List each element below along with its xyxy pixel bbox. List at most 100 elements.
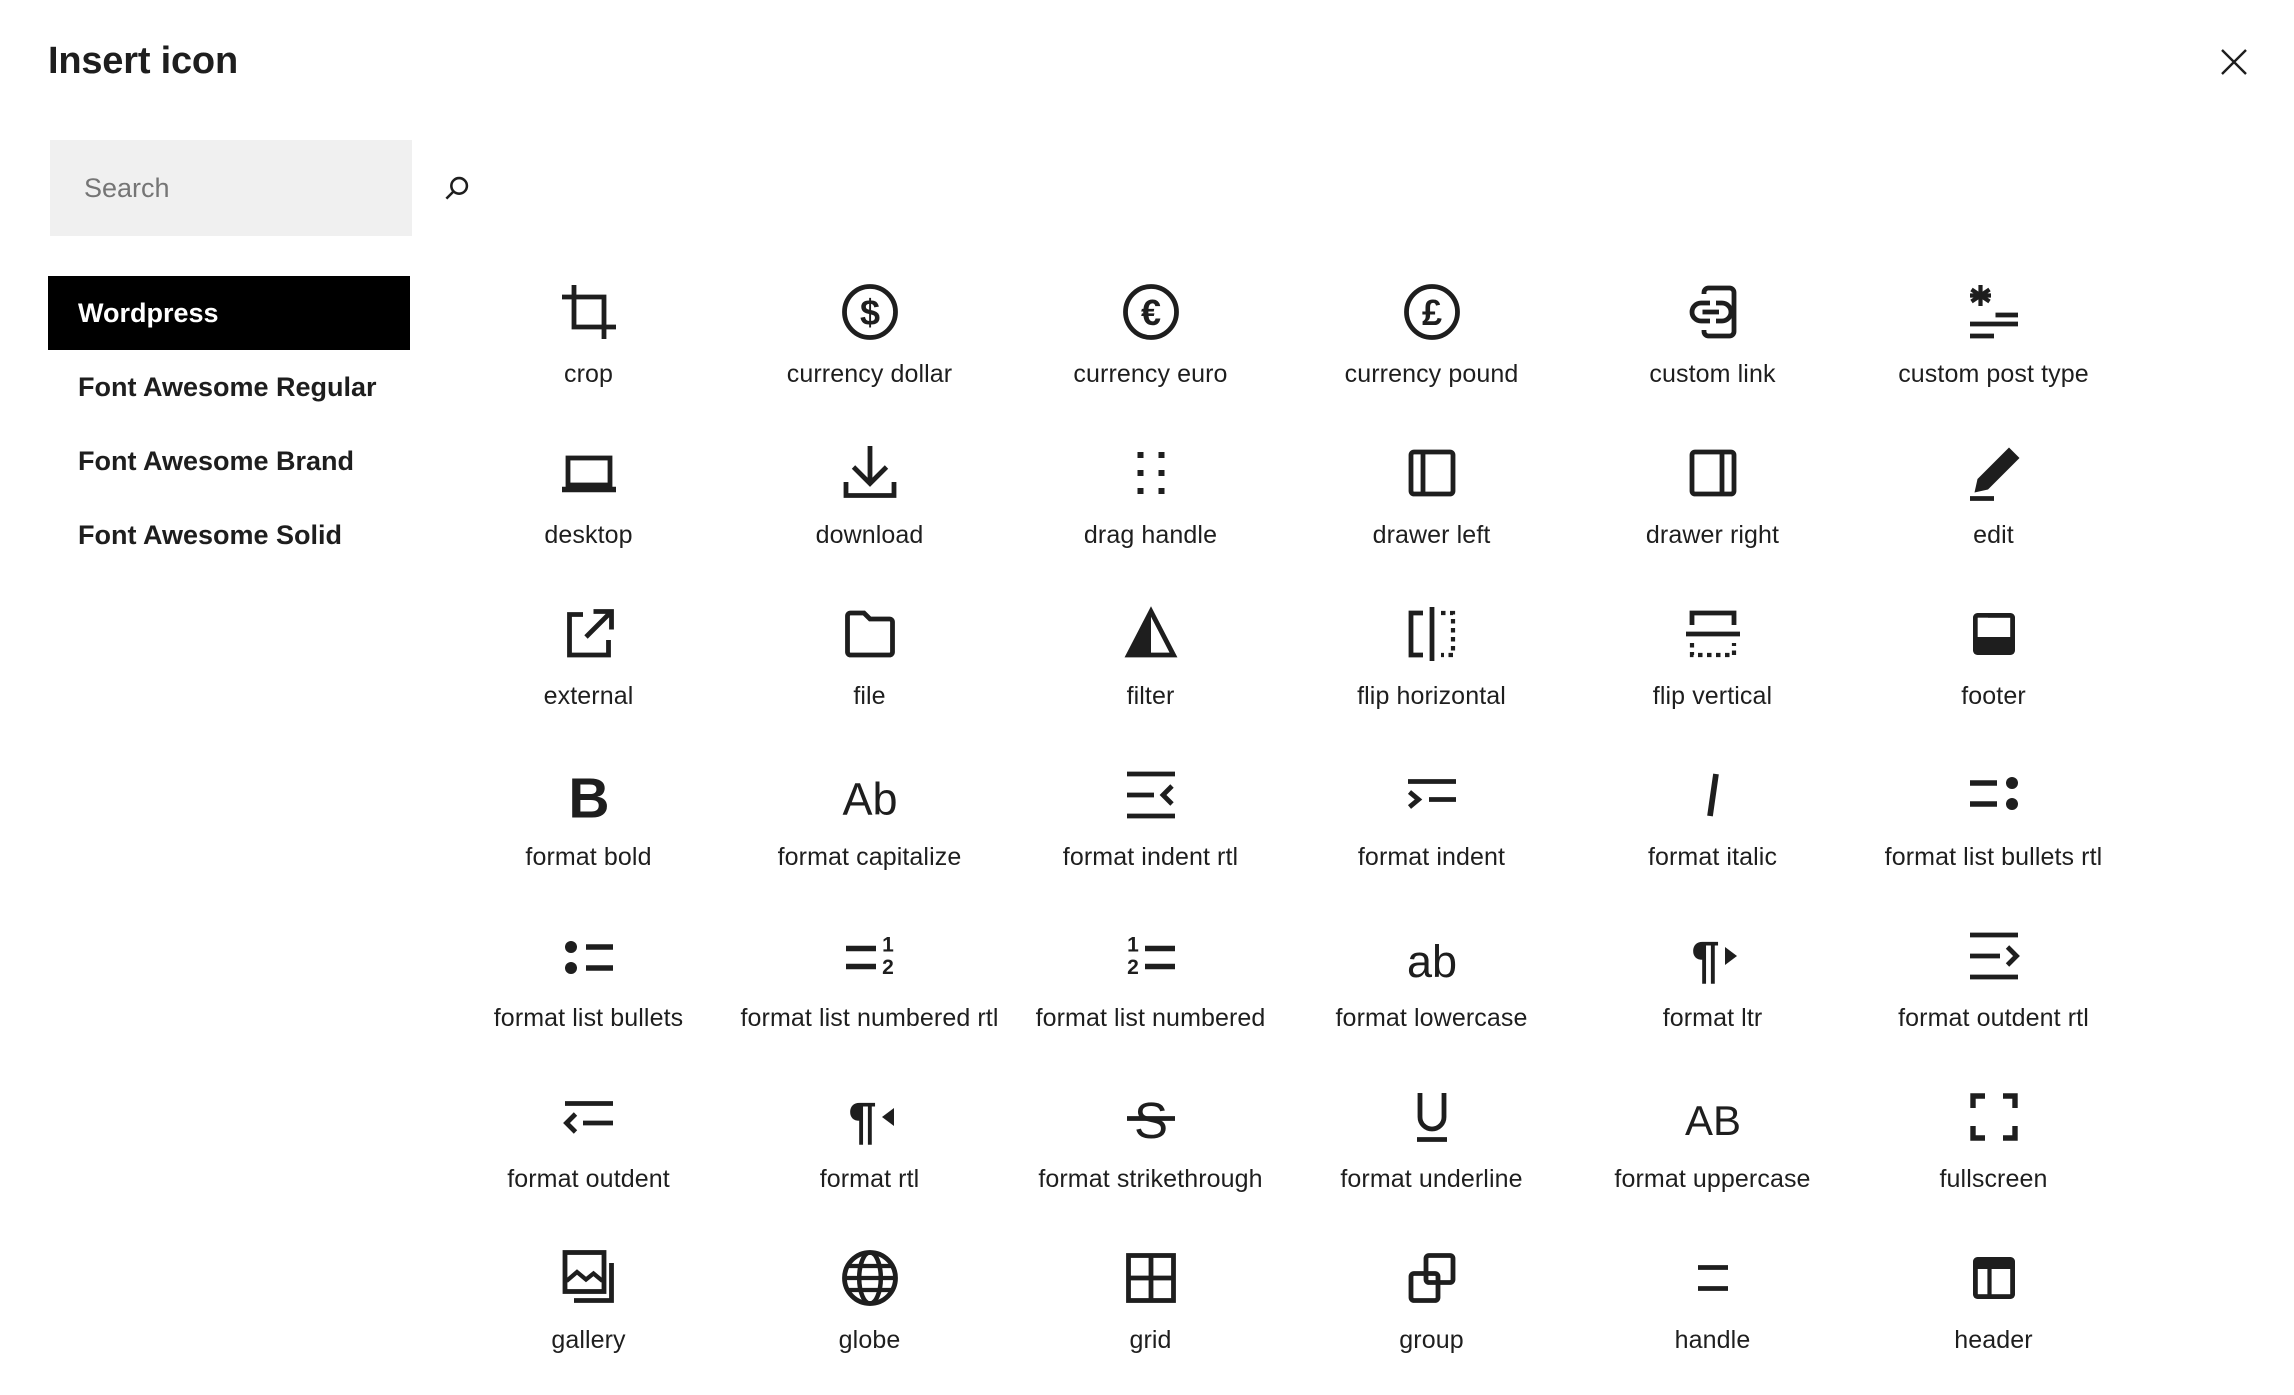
icon-label: currency pound (1344, 360, 1519, 388)
sidebar-item-font-awesome-solid[interactable]: Font Awesome Solid (48, 498, 410, 572)
icon-option-drawer-right[interactable]: drawer right (1572, 429, 1853, 590)
icon-option-file[interactable]: file (729, 590, 1010, 751)
icon-label: custom post type (1898, 360, 2089, 388)
icon-option-grid[interactable]: grid (1010, 1234, 1291, 1395)
sidebar-item-font-awesome-regular[interactable]: Font Awesome Regular (48, 350, 410, 424)
icon-option-flip-vertical[interactable]: flip vertical (1572, 590, 1853, 751)
icon-option-custom-post-type[interactable]: custom post type (1853, 268, 2134, 429)
svg-text:¶: ¶ (1691, 931, 1719, 988)
icon-option-custom-link[interactable]: custom link (1572, 268, 1853, 429)
icon-option-currency-euro[interactable]: € currency euro (1010, 268, 1291, 429)
icon-option-format-lowercase[interactable]: ab format lowercase (1291, 912, 1572, 1073)
sidebar-item-font-awesome-brand[interactable]: Font Awesome Brand (48, 424, 410, 498)
icon-option-header[interactable]: header (1853, 1234, 2134, 1395)
search-box (50, 140, 469, 236)
icon-option-globe[interactable]: globe (729, 1234, 1010, 1395)
format-lowercase-icon: ab (1396, 920, 1468, 992)
icon-label: custom link (1649, 360, 1776, 388)
icon-option-currency-pound[interactable]: £ currency pound (1291, 268, 1572, 429)
icon-label: format lowercase (1335, 1004, 1528, 1032)
icon-label: handle (1674, 1326, 1751, 1354)
icon-label: format list bullets rtl (1884, 843, 2103, 871)
format-outdent-rtl-icon (1958, 920, 2030, 992)
currency-euro-icon: € (1115, 276, 1187, 348)
icon-option-format-rtl[interactable]: ¶ format rtl (729, 1073, 1010, 1234)
icon-label: format indent rtl (1062, 843, 1239, 871)
format-outdent-icon (553, 1081, 625, 1153)
svg-text:¶: ¶ (848, 1092, 876, 1149)
search-input[interactable] (82, 171, 440, 205)
icon-option-format-capitalize[interactable]: Ab format capitalize (729, 751, 1010, 912)
icon-option-drawer-left[interactable]: drawer left (1291, 429, 1572, 590)
icon-label: format list bullets (493, 1004, 684, 1032)
icon-label: globe (838, 1326, 901, 1354)
icon-label: format ltr (1662, 1004, 1763, 1032)
icon-option-handle[interactable]: handle (1572, 1234, 1853, 1395)
icon-option-fullscreen[interactable]: fullscreen (1853, 1073, 2134, 1234)
format-list-bullets-icon (553, 920, 625, 992)
icon-option-filter[interactable]: filter (1010, 590, 1291, 751)
format-underline-icon (1396, 1081, 1468, 1153)
icon-label: format strikethrough (1038, 1165, 1263, 1193)
icon-label: header (1954, 1326, 2033, 1354)
svg-text:£: £ (1421, 292, 1441, 333)
icon-option-format-list-numbered[interactable]: 12 format list numbered (1010, 912, 1291, 1073)
icon-option-download[interactable]: download (729, 429, 1010, 590)
close-button[interactable] (2204, 32, 2264, 92)
icon-option-format-list-bullets-rtl[interactable]: format list bullets rtl (1853, 751, 2134, 912)
dialog-title: Insert icon (48, 40, 238, 82)
icon-option-format-outdent[interactable]: format outdent (448, 1073, 729, 1234)
icon-label: drawer right (1645, 521, 1780, 549)
format-indent-icon (1396, 759, 1468, 831)
icon-option-format-underline[interactable]: format underline (1291, 1073, 1572, 1234)
icon-option-format-outdent-rtl[interactable]: format outdent rtl (1853, 912, 2134, 1073)
icon-label: currency euro (1073, 360, 1228, 388)
format-rtl-icon: ¶ (834, 1081, 906, 1153)
icon-label: flip horizontal (1357, 682, 1506, 710)
search-icon[interactable] (440, 171, 474, 205)
format-strikethrough-icon: S (1115, 1081, 1187, 1153)
icon-option-crop[interactable]: crop (448, 268, 729, 429)
gallery-icon (553, 1242, 625, 1314)
icon-label: format underline (1340, 1165, 1523, 1193)
fullscreen-icon (1958, 1081, 2030, 1153)
icon-option-format-ltr[interactable]: ¶ format ltr (1572, 912, 1853, 1073)
icon-label: crop (563, 360, 614, 388)
format-uppercase-icon: AB (1677, 1081, 1749, 1153)
icon-option-currency-dollar[interactable]: $ currency dollar (729, 268, 1010, 429)
drag-handle-icon (1115, 437, 1187, 509)
icon-option-format-list-numbered-rtl[interactable]: 12 format list numbered rtl (729, 912, 1010, 1073)
icon-option-group[interactable]: group (1291, 1234, 1572, 1395)
format-ltr-icon: ¶ (1677, 920, 1749, 992)
icon-option-format-uppercase[interactable]: AB format uppercase (1572, 1073, 1853, 1234)
icon-option-format-list-bullets[interactable]: format list bullets (448, 912, 729, 1073)
icon-option-desktop[interactable]: desktop (448, 429, 729, 590)
icon-option-format-indent-rtl[interactable]: format indent rtl (1010, 751, 1291, 912)
icon-label: group (1399, 1326, 1464, 1354)
icon-option-gallery[interactable]: gallery (448, 1234, 729, 1395)
icon-option-format-bold[interactable]: B format bold (448, 751, 729, 912)
custom-link-icon (1677, 276, 1749, 348)
icon-option-format-indent[interactable]: format indent (1291, 751, 1572, 912)
icon-option-edit[interactable]: edit (1853, 429, 2134, 590)
icon-option-flip-horizontal[interactable]: flip horizontal (1291, 590, 1572, 751)
icon-option-external[interactable]: external (448, 590, 729, 751)
globe-icon (834, 1242, 906, 1314)
icon-label: file (853, 682, 886, 710)
icon-label: download (815, 521, 924, 549)
icon-option-format-strikethrough[interactable]: S format strikethrough (1010, 1073, 1291, 1234)
svg-text:B: B (568, 767, 609, 831)
icon-label: external (543, 682, 634, 710)
icon-label: drawer left (1372, 521, 1491, 549)
icon-label: gallery (551, 1326, 626, 1354)
sidebar-item-wordpress[interactable]: Wordpress (48, 276, 410, 350)
format-capitalize-icon: Ab (834, 759, 906, 831)
icon-option-format-italic[interactable]: format italic (1572, 751, 1853, 912)
icon-option-drag-handle[interactable]: drag handle (1010, 429, 1291, 590)
icon-label: format bold (525, 843, 652, 871)
header-icon (1958, 1242, 2030, 1314)
format-list-bullets-rtl-icon (1958, 759, 2030, 831)
icon-label: currency dollar (786, 360, 953, 388)
icon-option-footer[interactable]: footer (1853, 590, 2134, 751)
svg-text:2: 2 (882, 956, 894, 979)
